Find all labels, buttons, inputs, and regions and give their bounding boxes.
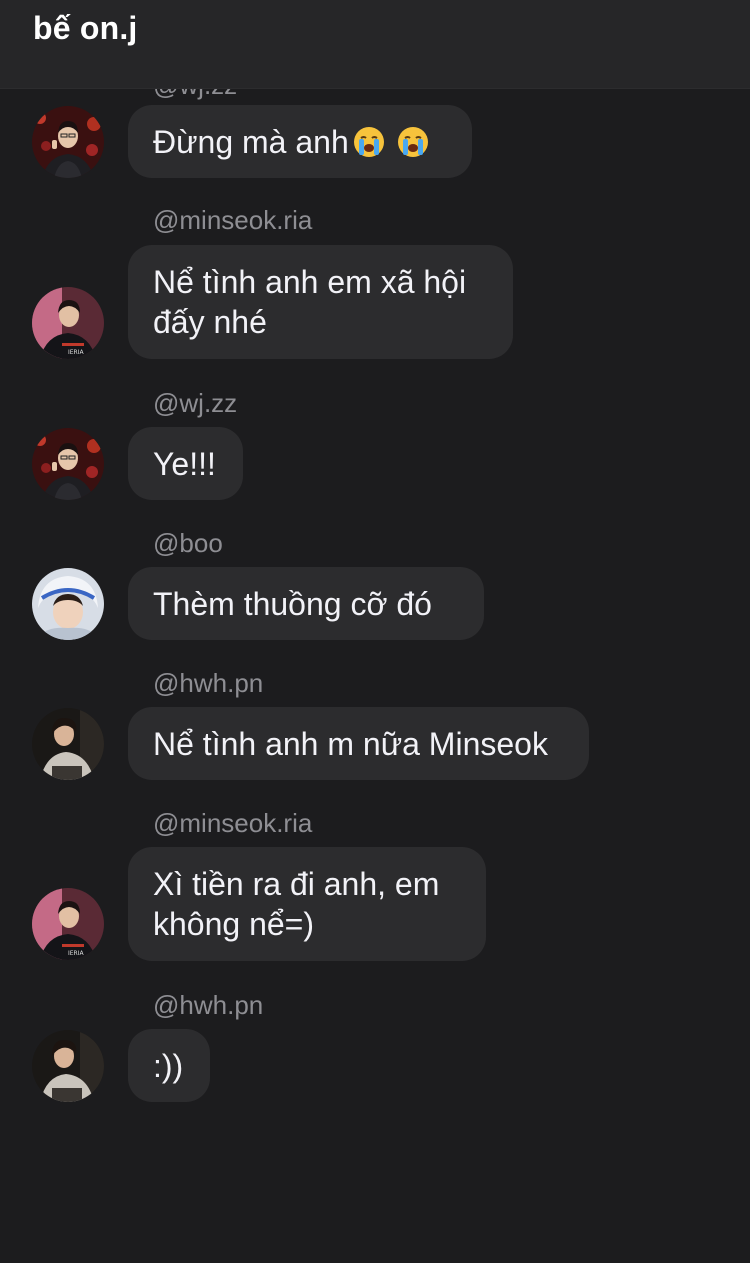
message-username[interactable]: @minseok.ria <box>153 205 312 235</box>
chat-header: bế on.j <box>0 0 750 89</box>
avatar-minseok-ria[interactable]: IERIA <box>32 888 104 960</box>
avatar-wj-zz[interactable] <box>32 428 104 500</box>
message-bubble[interactable]: Thèm thuồng cỡ đó <box>128 567 484 640</box>
avatar-hwh-pn[interactable] <box>32 1030 104 1102</box>
message-text: Nể tình anh m nữa Minseok <box>153 725 548 762</box>
message-bubble[interactable]: Nể tình anh m nữa Minseok <box>128 707 589 780</box>
message-username[interactable]: @hwh.pn <box>153 990 263 1020</box>
message-text: :)) <box>153 1047 184 1084</box>
message-text: Xì tiền ra đi anh, em không nể=) <box>153 866 440 942</box>
avatar-wj-zz[interactable] <box>32 106 104 178</box>
message-username[interactable]: @hwh.pn <box>153 668 263 698</box>
avatar-minseok-ria[interactable]: IERIA <box>32 287 104 359</box>
message-username[interactable]: @minseok.ria <box>153 808 312 838</box>
loudly-crying-face-icon <box>353 126 384 157</box>
avatar-boo[interactable] <box>32 568 104 640</box>
message-text: Ye!!! <box>153 445 216 482</box>
message-username[interactable]: @boo <box>153 528 223 558</box>
message-text: Nể tình anh em xã hội đấy nhé <box>153 264 467 340</box>
chat-screen: @wj.zz Đừng mà anh <box>0 0 750 1263</box>
message-bubble[interactable]: Đừng mà anh <box>128 105 472 178</box>
message-bubble[interactable]: Xì tiền ra đi anh, em không nể=) <box>128 847 486 961</box>
message-bubble[interactable]: Nể tình anh em xã hội đấy nhé <box>128 245 513 359</box>
avatar-hwh-pn[interactable] <box>32 708 104 780</box>
message-list[interactable]: @wj.zz Đừng mà anh <box>0 0 750 1263</box>
message-text: Đừng mà anh <box>153 123 349 160</box>
message-bubble[interactable]: :)) <box>128 1029 210 1102</box>
message-text: Thèm thuồng cỡ đó <box>153 585 432 622</box>
svg-text:IERIA: IERIA <box>68 950 84 957</box>
loudly-crying-face-icon <box>397 126 428 157</box>
chat-title[interactable]: bế on.j <box>33 10 138 47</box>
message-bubble[interactable]: Ye!!! <box>128 427 243 500</box>
message-username[interactable]: @wj.zz <box>153 388 237 418</box>
svg-text:IERIA: IERIA <box>68 349 84 356</box>
